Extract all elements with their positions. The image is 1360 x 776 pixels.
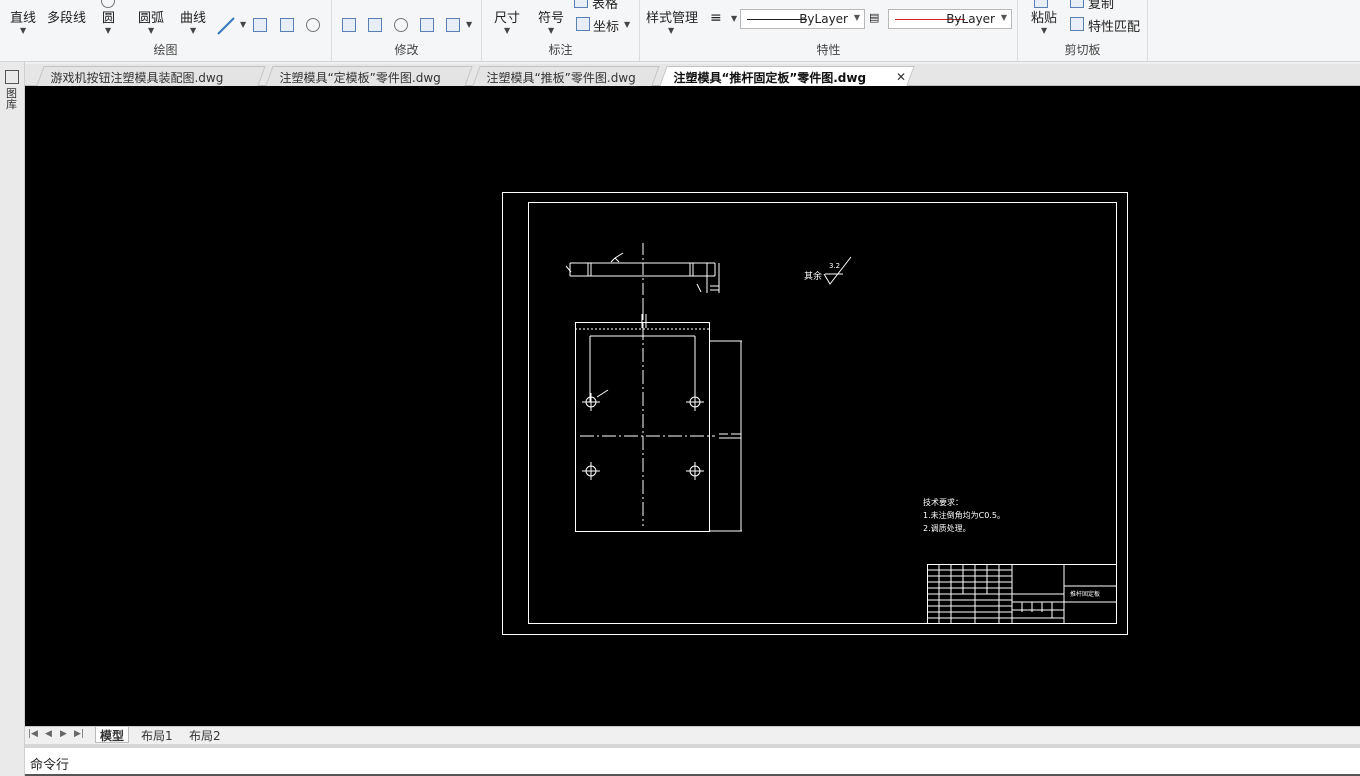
hatch-icon[interactable]	[280, 18, 294, 32]
doc-tab-assembly[interactable]: 游戏机按钮注塑模具装配图.dwg	[36, 66, 266, 86]
paste-button[interactable]: 粘贴	[1031, 7, 1057, 26]
drawing-canvas[interactable]: 其余 3.2 技术要求： 1.未注倒角均为C0.5。 2.调质处理。 推杆固定板	[25, 86, 1360, 726]
front-view	[575, 314, 742, 532]
table-icon	[574, 0, 588, 8]
arc-button[interactable]: 圆弧	[138, 7, 164, 26]
coordinate-button[interactable]: 坐标	[593, 16, 619, 35]
clipboard-group: 粘贴 ▼ 复制 特性匹配 剪切板	[1018, 0, 1148, 61]
sheet-outer-frame	[502, 192, 1128, 635]
curve-dropdown[interactable]: ▼	[190, 26, 196, 35]
symbol-dropdown[interactable]: ▼	[548, 26, 554, 35]
array-icon[interactable]	[420, 18, 434, 32]
roughness-label: 其余	[804, 272, 823, 282]
tech-req-title: 技术要求：	[923, 498, 963, 507]
region-icon[interactable]	[306, 18, 320, 32]
properties-group-label: 特性	[816, 43, 841, 57]
arc-dropdown[interactable]: ▼	[148, 26, 154, 35]
rectangle-icon[interactable]	[253, 18, 267, 32]
paste-dropdown[interactable]: ▼	[1041, 26, 1047, 35]
edit-icon[interactable]	[446, 18, 460, 32]
draw-group: 直线 ▼ 多段线 圆 ▼ 圆弧 ▼ 曲线 ▼ ▼ 绘图	[0, 0, 332, 61]
drawing-sheet	[502, 192, 1128, 635]
first-layout-icon[interactable]: |◀	[28, 729, 38, 739]
doc-tab-label: 注塑模具“定模板”零件图.dwg	[279, 71, 441, 85]
ribbon: 直线 ▼ 多段线 圆 ▼ 圆弧 ▼ 曲线 ▼ ▼ 绘图 ▼ 修改 尺寸 ▼ 符号…	[0, 0, 1360, 62]
prev-layout-icon[interactable]: ◀	[45, 729, 52, 739]
doc-tab-label: 注塑模具“推杆固定板”零件图.dwg	[673, 71, 867, 85]
tech-req-line-1: 1.未注倒角均为C0.5。	[923, 511, 1005, 520]
title-block-name: 推杆固定板	[1070, 591, 1101, 598]
dimension-dropdown[interactable]: ▼	[504, 26, 510, 35]
library-icon[interactable]	[5, 70, 19, 84]
line-dropdown[interactable]: ▼	[20, 26, 26, 35]
next-layout-icon[interactable]: ▶	[60, 729, 67, 739]
layout-tab-layout1[interactable]: 布局1	[137, 727, 177, 743]
rotate-icon[interactable]	[394, 18, 408, 32]
coordinate-icon	[576, 17, 590, 31]
symbol-button[interactable]: 符号	[538, 7, 564, 26]
roughness-value: 3.2	[829, 262, 841, 270]
polyline-button[interactable]: 多段线	[47, 7, 86, 26]
modify-group-label: 修改	[394, 43, 419, 57]
annotate-group: 尺寸 ▼ 符号 ▼ 表格 坐标 ▼ 标注	[482, 0, 640, 61]
command-label: 命令行	[30, 758, 70, 773]
close-icon[interactable]: ✕	[896, 70, 906, 84]
lineweight-icon[interactable]: ≡	[710, 10, 722, 26]
last-layout-icon[interactable]: ▶|	[74, 729, 84, 739]
style-manager-dropdown[interactable]: ▼	[668, 26, 674, 35]
layout-tab-layout2[interactable]: 布局2	[185, 727, 225, 743]
tech-requirements: 技术要求： 1.未注倒角均为C0.5。 2.调质处理。	[923, 496, 1005, 535]
tech-req-line-2: 2.调质处理。	[923, 524, 971, 533]
command-panel[interactable]: 命令行	[25, 744, 1360, 776]
circle-button[interactable]: 圆	[102, 7, 115, 26]
layout-tabbar: |◀ ◀ ▶ ▶| 模型 布局1 布局2	[25, 726, 1360, 743]
color-select[interactable]: ByLayer ▼	[888, 9, 1012, 29]
table-button[interactable]: 表格	[592, 0, 618, 12]
doc-tab-label: 游戏机按钮注塑模具装配图.dwg	[50, 71, 224, 85]
linestyle-icon[interactable]: ▤	[869, 11, 879, 24]
properties-group: 样式管理 ▼ ≡ ▼ ByLayer ▼ ▤ ByLayer ▼ 特性	[640, 0, 1018, 61]
color-value: ByLayer	[946, 12, 995, 26]
linetype-value: ByLayer	[799, 12, 848, 26]
linetype-preview	[747, 19, 807, 20]
doc-tab-fixed-plate[interactable]: 注塑模具“定模板”零件图.dwg	[265, 66, 473, 86]
curve-button[interactable]: 曲线	[180, 7, 206, 26]
chevron-down-icon: ▼	[853, 13, 860, 22]
copy-button[interactable]: 复制	[1088, 0, 1114, 12]
side-dock: 图库	[0, 62, 25, 776]
doc-tab-push-plate[interactable]: 注塑模具“推板”零件图.dwg	[472, 66, 660, 86]
line-button[interactable]: 直线	[10, 7, 36, 26]
draw-group-label: 绘图	[153, 43, 178, 57]
doc-tab-label: 注塑模具“推板”零件图.dwg	[486, 71, 636, 85]
coordinate-dropdown[interactable]: ▼	[624, 20, 630, 29]
stretch-icon[interactable]	[342, 18, 356, 32]
linetype-select[interactable]: ByLayer ▼	[740, 9, 865, 29]
construction-line-dropdown[interactable]: ▼	[240, 20, 246, 29]
sheet-inner-frame	[528, 202, 1117, 624]
match-props-button[interactable]: 特性匹配	[1088, 16, 1140, 35]
layout-tab-model[interactable]: 模型	[95, 727, 130, 743]
document-tabbar: 游戏机按钮注塑模具装配图.dwg 注塑模具“定模板”零件图.dwg 注塑模具“推…	[25, 64, 1360, 86]
side-view	[565, 243, 720, 326]
match-props-icon	[1070, 17, 1084, 31]
library-label[interactable]: 图库	[6, 88, 18, 110]
scale-icon[interactable]	[368, 18, 382, 32]
circle-dropdown[interactable]: ▼	[105, 26, 111, 35]
edit-dropdown[interactable]: ▼	[466, 20, 472, 29]
clipboard-group-label: 剪切板	[1064, 43, 1101, 57]
style-manager-button[interactable]: 样式管理	[646, 7, 698, 26]
construction-line-icon[interactable]	[216, 14, 238, 36]
dimension-button[interactable]: 尺寸	[494, 7, 520, 26]
doc-tab-ejector-plate[interactable]: 注塑模具“推杆固定板”零件图.dwg	[659, 66, 915, 86]
annotate-group-label: 标注	[548, 43, 573, 57]
lineweight-dropdown[interactable]: ▼	[731, 14, 737, 23]
chevron-down-icon: ▼	[1000, 13, 1007, 22]
modify-group: ▼ 修改	[332, 0, 482, 61]
copy-icon	[1070, 0, 1084, 8]
